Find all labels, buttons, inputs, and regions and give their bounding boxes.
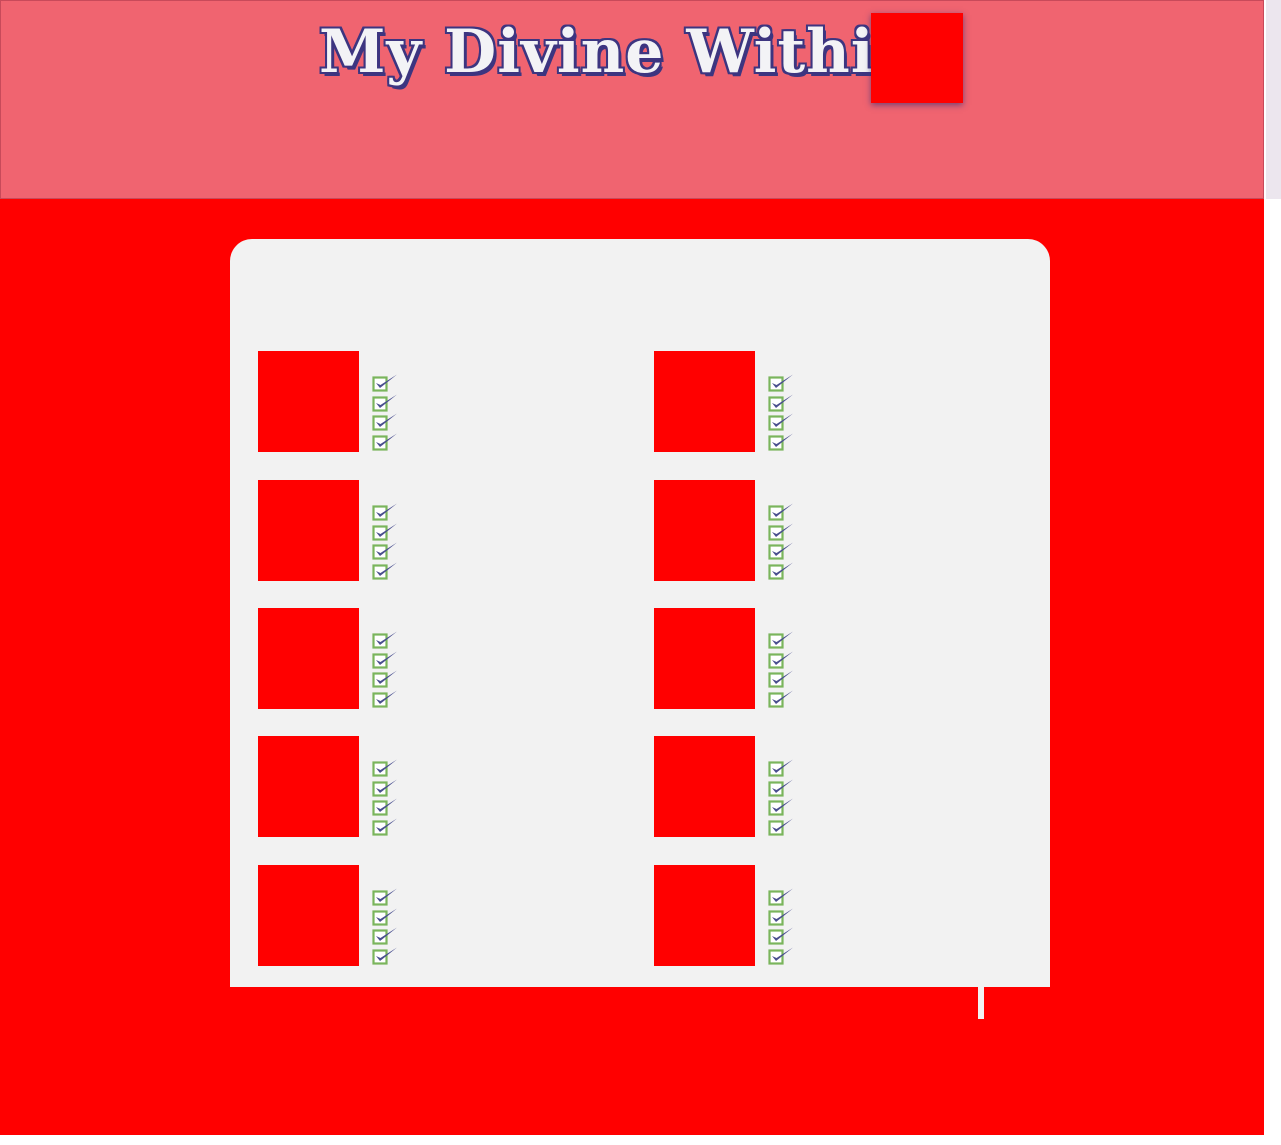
checklist <box>768 373 798 451</box>
checkbox-checked-icon <box>768 522 796 542</box>
item-thumbnail[interactable] <box>258 736 359 837</box>
checkbox-checked-icon <box>372 887 400 907</box>
checkbox-checked-icon <box>372 797 400 817</box>
checkbox-checked-icon <box>372 432 400 452</box>
checkbox-checked-icon <box>372 758 400 778</box>
grid-item <box>258 608 618 710</box>
checkbox-checked-icon <box>768 817 796 837</box>
item-thumbnail[interactable] <box>654 865 755 966</box>
item-thumbnail[interactable] <box>258 480 359 581</box>
header-scrollbar[interactable] <box>1266 0 1281 199</box>
grid-item <box>258 351 618 453</box>
checkbox-checked-icon <box>768 669 796 689</box>
grid-item <box>654 608 1014 710</box>
site-title: My Divine Within <box>319 17 920 87</box>
grid-item <box>654 865 1014 967</box>
grid-item <box>654 736 1014 838</box>
grid-item <box>258 736 618 838</box>
checkbox-checked-icon <box>768 630 796 650</box>
checkbox-checked-icon <box>372 817 400 837</box>
item-thumbnail[interactable] <box>654 608 755 709</box>
grid-item <box>654 480 1014 582</box>
checkbox-checked-icon <box>768 907 796 927</box>
checkbox-checked-icon <box>372 907 400 927</box>
checkbox-checked-icon <box>768 758 796 778</box>
checkbox-checked-icon <box>372 522 400 542</box>
checkbox-checked-icon <box>372 689 400 709</box>
checklist <box>372 630 402 708</box>
grid-item <box>258 480 618 582</box>
checklist <box>768 630 798 708</box>
item-thumbnail[interactable] <box>258 608 359 709</box>
checkbox-checked-icon <box>768 432 796 452</box>
checkbox-checked-icon <box>768 541 796 561</box>
checklist <box>372 887 402 965</box>
checkbox-checked-icon <box>768 502 796 522</box>
checkbox-checked-icon <box>372 669 400 689</box>
grid-item <box>654 351 1014 453</box>
checkbox-checked-icon <box>768 797 796 817</box>
main-content <box>0 199 1264 1135</box>
checklist <box>372 502 402 580</box>
checkbox-checked-icon <box>768 689 796 709</box>
item-thumbnail[interactable] <box>258 351 359 452</box>
checkbox-checked-icon <box>372 412 400 432</box>
checkbox-checked-icon <box>768 926 796 946</box>
content-card <box>230 239 1050 987</box>
checklist <box>372 373 402 451</box>
item-thumbnail[interactable] <box>654 736 755 837</box>
grid-item <box>258 865 618 967</box>
checkbox-checked-icon <box>372 561 400 581</box>
checkbox-checked-icon <box>372 393 400 413</box>
site-header: My Divine Within <box>0 0 1264 199</box>
checklist <box>768 758 798 836</box>
item-thumbnail[interactable] <box>258 865 359 966</box>
checklist <box>768 887 798 965</box>
checkbox-checked-icon <box>372 946 400 966</box>
checklist <box>768 502 798 580</box>
checkbox-checked-icon <box>768 412 796 432</box>
checkbox-checked-icon <box>768 650 796 670</box>
checkbox-checked-icon <box>768 561 796 581</box>
item-thumbnail[interactable] <box>654 351 755 452</box>
checkbox-checked-icon <box>372 373 400 393</box>
checkbox-checked-icon <box>768 887 796 907</box>
checkbox-checked-icon <box>768 778 796 798</box>
checkbox-checked-icon <box>372 650 400 670</box>
checklist <box>372 758 402 836</box>
checkbox-checked-icon <box>372 541 400 561</box>
item-thumbnail[interactable] <box>654 480 755 581</box>
checkbox-checked-icon <box>372 502 400 522</box>
checkbox-checked-icon <box>372 926 400 946</box>
checkbox-checked-icon <box>768 373 796 393</box>
checkbox-checked-icon <box>372 778 400 798</box>
checkbox-checked-icon <box>372 630 400 650</box>
checkbox-checked-icon <box>768 393 796 413</box>
divider <box>978 986 984 1019</box>
header-image <box>871 13 963 103</box>
checkbox-checked-icon <box>768 946 796 966</box>
